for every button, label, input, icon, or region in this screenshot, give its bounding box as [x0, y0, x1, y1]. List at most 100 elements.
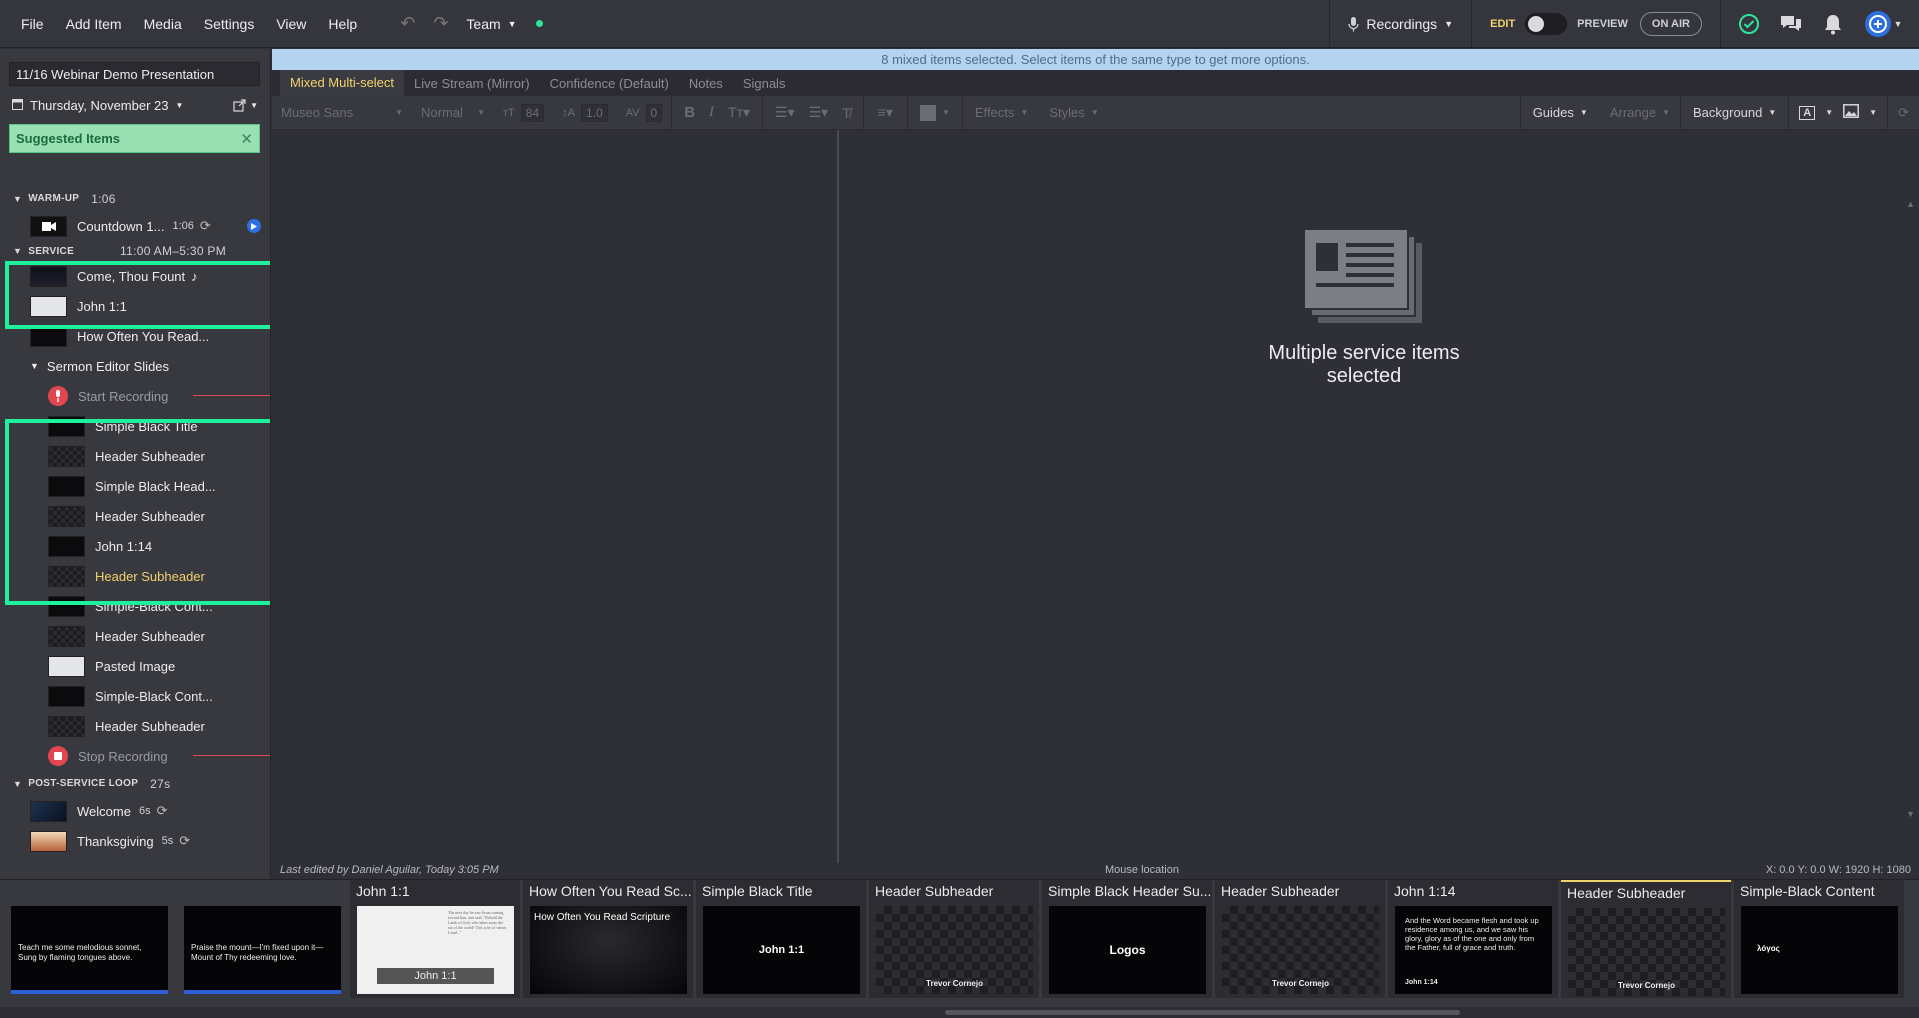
slide-filmstrip: Teach me some melodious sonnet, Sung by … — [0, 879, 1919, 1018]
item-label: Header Subheader — [95, 508, 205, 524]
letter-spacing-field[interactable]: AV 0 — [617, 103, 672, 122]
align-icon[interactable]: ≡▾ — [878, 104, 893, 121]
bell-icon[interactable] — [1821, 12, 1845, 36]
section-warm-up[interactable]: ▼ WARM-UP 1:06 — [0, 186, 270, 211]
list-item[interactable]: Come, Thou Fount ♪ — [0, 261, 270, 291]
font-size-field[interactable]: ᴛT 84 — [494, 103, 553, 122]
italic-icon[interactable]: I — [709, 104, 714, 121]
indent-icon[interactable]: ☰▾ — [809, 104, 829, 121]
recordings-dropdown[interactable]: Recordings ▼ — [1330, 16, 1471, 32]
slide-title: Header Subheader — [1567, 885, 1686, 901]
list-item[interactable]: John 1:14 — [0, 531, 270, 561]
on-air-button[interactable]: ON AIR — [1639, 12, 1702, 36]
group-header[interactable]: ▼ Sermon Editor Slides — [0, 351, 270, 381]
filmstrip-slide[interactable]: How Often You Read Sc... How Often You R… — [523, 880, 693, 998]
edit-preview-toggle[interactable] — [1525, 13, 1568, 35]
menu-add-item[interactable]: Add Item — [55, 16, 133, 32]
font-family-select[interactable]: Museo Sans ▼ — [272, 105, 412, 120]
list-item[interactable]: Header Subheader — [0, 501, 270, 531]
effects-dropdown[interactable]: Effects ▼ — [963, 105, 1040, 120]
menu-settings[interactable]: Settings — [193, 16, 266, 32]
play-icon[interactable] — [247, 219, 261, 233]
tab-signals[interactable]: Signals — [733, 76, 796, 91]
recording-line — [193, 755, 270, 756]
presentation-title-input[interactable]: 11/16 Webinar Demo Presentation — [9, 62, 260, 86]
filmstrip-slide[interactable]: Teach me some melodious sonnet, Sung by … — [4, 880, 174, 998]
suggested-items-label: Suggested Items — [16, 131, 121, 146]
list-item[interactable]: Header Subheader — [0, 711, 270, 741]
fill-color-select[interactable]: ▼ — [908, 104, 962, 121]
tab-notes[interactable]: Notes — [679, 76, 733, 91]
list-item-active[interactable]: Header Subheader — [0, 561, 270, 591]
date-selector[interactable]: Thursday, November 23 ▼ ▼ — [0, 86, 270, 124]
list-item[interactable]: Thanksgiving 5s ⟳ — [0, 826, 270, 856]
arrange-dropdown[interactable]: Arrange ▼ — [1600, 105, 1680, 120]
tab-confidence[interactable]: Confidence (Default) — [540, 76, 679, 91]
list-item[interactable]: Header Subheader — [0, 441, 270, 471]
bold-icon[interactable]: B — [684, 104, 695, 121]
menu-file[interactable]: File — [10, 16, 55, 32]
list-item[interactable]: Simple-Black Cont... — [0, 681, 270, 711]
background-dropdown[interactable]: Background ▼ — [1681, 105, 1788, 120]
start-recording-marker[interactable]: Start Recording — [0, 381, 270, 411]
redo-icon[interactable]: ↷ — [433, 13, 448, 34]
pane-divider[interactable] — [837, 130, 839, 863]
item-label: Simple-Black Cont... — [95, 688, 213, 704]
section-service[interactable]: ▼ SERVICE 11:00 AM–5:30 PM — [0, 241, 270, 261]
menu-view[interactable]: View — [265, 16, 317, 32]
text-box-icon[interactable]: A — [1799, 105, 1816, 120]
selection-info-bar: 8 mixed items selected. Select items of … — [272, 49, 1919, 70]
font-weight-select[interactable]: Normal ▼ — [412, 105, 494, 120]
list-item[interactable]: Countdown 1... 1:06 ⟳ — [0, 211, 270, 241]
list-item[interactable]: Header Subheader — [0, 621, 270, 651]
image-icon[interactable] — [1843, 104, 1860, 121]
filmstrip-slide[interactable]: John 1:14 And the Word became flesh and … — [1388, 880, 1558, 998]
filmstrip-slide[interactable]: Simple-Black Content λόγος — [1734, 880, 1904, 998]
line-height-field[interactable]: ↕A 1.0 — [553, 103, 617, 122]
section-post-service-loop[interactable]: ▼ POST-SERVICE LOOP 27s — [0, 771, 270, 796]
menu-media[interactable]: Media — [133, 16, 193, 32]
open-external-button[interactable]: ▼ — [233, 98, 258, 112]
guides-dropdown[interactable]: Guides ▼ — [1521, 105, 1600, 120]
scrollbar-thumb[interactable] — [945, 1010, 1460, 1015]
text-case-icon[interactable]: Tт▾ — [728, 104, 750, 121]
styles-dropdown[interactable]: Styles ▼ — [1040, 105, 1107, 120]
filmstrip-slide-active[interactable]: Header Subheader Trevor Cornejo — [1561, 880, 1731, 998]
chat-icon[interactable] — [1779, 12, 1803, 36]
filmstrip-slide[interactable]: Simple Black Header Su... Logos — [1042, 880, 1212, 998]
list-item[interactable]: Simple-Black Cont... — [0, 591, 270, 621]
scrollbar[interactable]: ▲ — [1906, 199, 1915, 209]
filmstrip-slide[interactable]: Header Subheader Trevor Cornejo — [869, 880, 1039, 998]
list-item[interactable]: Welcome 6s ⟳ — [0, 796, 270, 826]
editor-canvas[interactable] — [272, 130, 1919, 863]
refresh-icon[interactable]: ⟳ — [1898, 105, 1909, 121]
filmstrip-slide[interactable]: Header Subheader Trevor Cornejo — [1215, 880, 1385, 998]
scrollbar-down[interactable]: ▼ — [1906, 809, 1915, 819]
menu-help[interactable]: Help — [317, 16, 368, 32]
filmstrip-slide[interactable]: Simple Black Title John 1:1 — [696, 880, 866, 998]
list-item[interactable]: Pasted Image — [0, 651, 270, 681]
check-circle-icon[interactable] — [1737, 12, 1761, 36]
tab-mixed-multi-select[interactable]: Mixed Multi-select — [280, 70, 405, 96]
close-icon[interactable]: ✕ — [240, 130, 253, 148]
chevron-down-icon: ▼ — [395, 108, 403, 117]
slide-thumbnail — [48, 595, 85, 617]
clear-format-icon[interactable]: T̸ — [842, 105, 851, 121]
filmstrip-scrollbar[interactable] — [0, 1007, 1919, 1018]
undo-icon[interactable]: ↶ — [400, 13, 415, 34]
filmstrip-slide[interactable]: Praise the mount—I'm fixed upon it— Moun… — [177, 880, 347, 998]
item-label: Thanksgiving — [77, 833, 154, 849]
recordings-label: Recordings — [1366, 16, 1438, 32]
list-item[interactable]: Simple Black Title — [0, 411, 270, 441]
list-item[interactable]: How Often You Read... — [0, 321, 270, 351]
suggested-items-banner[interactable]: Suggested Items ✕ — [9, 124, 260, 153]
list-item[interactable]: Simple Black Head... — [0, 471, 270, 501]
filmstrip-slide[interactable]: John 1:1 The next day he saw Jesus comin… — [350, 880, 520, 998]
item-label: Header Subheader — [95, 628, 205, 644]
list-item[interactable]: John 1:1 — [0, 291, 270, 321]
stop-recording-marker[interactable]: Stop Recording — [0, 741, 270, 771]
tab-live-stream[interactable]: Live Stream (Mirror) — [404, 76, 540, 91]
team-dropdown[interactable]: Team ▼ — [466, 16, 543, 32]
account-icon[interactable]: ▼ — [1863, 11, 1903, 37]
bullet-list-icon[interactable]: ☰▾ — [775, 104, 795, 121]
